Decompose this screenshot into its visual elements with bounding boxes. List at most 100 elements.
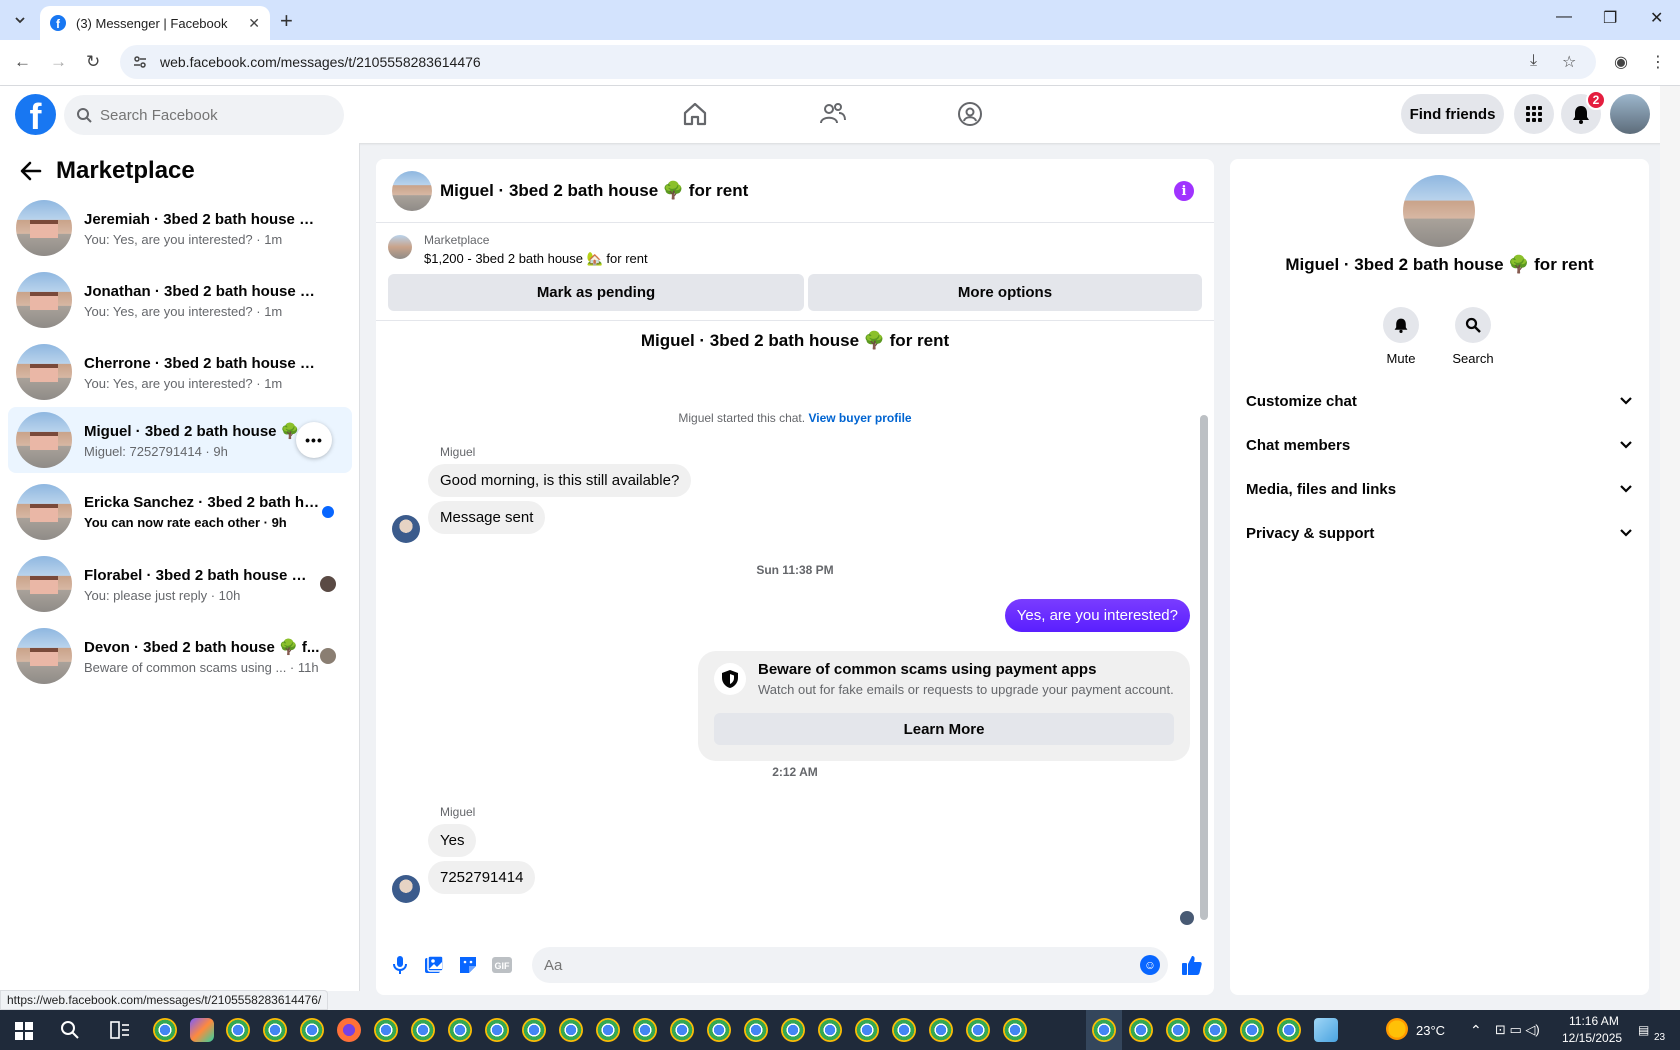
- conversation-item-devon[interactable]: Devon · 3bed 2 bath house 🌳 f... Beware o…: [8, 623, 352, 689]
- listing-thumbnail[interactable]: [388, 235, 412, 259]
- menu-grid-icon[interactable]: [1514, 94, 1554, 134]
- chrome-icon[interactable]: [633, 1018, 657, 1042]
- chrome-icon[interactable]: [1129, 1018, 1153, 1042]
- system-tray-icons[interactable]: ⊡ ▭ ◁): [1495, 1022, 1540, 1038]
- outgoing-message[interactable]: Yes, are you interested?: [1004, 599, 1190, 632]
- conversation-more-options-icon[interactable]: •••: [296, 422, 332, 458]
- back-arrow-icon[interactable]: ←: [14, 52, 31, 72]
- microphone-icon[interactable]: [388, 953, 412, 977]
- chrome-icon[interactable]: [744, 1018, 768, 1042]
- tab-search-chevron-icon[interactable]: [8, 9, 32, 31]
- listing-price[interactable]: $1,200 - 3bed 2 bath house 🏡 for rent: [424, 251, 648, 267]
- chrome-active-icon[interactable]: [1092, 1018, 1116, 1042]
- account-avatar[interactable]: [1610, 94, 1650, 134]
- clock-date[interactable]: 12/15/2025: [1562, 1031, 1622, 1045]
- weather-sun-icon[interactable]: [1386, 1018, 1408, 1040]
- show-hidden-icons-icon[interactable]: ⌃: [1470, 1022, 1482, 1039]
- page-scrollbar[interactable]: [1660, 86, 1680, 1010]
- address-bar[interactable]: web.facebook.com/messages/t/210555828361…: [120, 45, 1596, 79]
- photo-icon[interactable]: [422, 953, 446, 977]
- like-thumb-icon[interactable]: [1180, 953, 1204, 977]
- tab-close-icon[interactable]: ✕: [248, 15, 260, 32]
- sender-avatar[interactable]: [392, 515, 420, 543]
- chrome-icon[interactable]: [855, 1018, 879, 1042]
- minimize-icon[interactable]: —: [1556, 8, 1572, 26]
- chrome-icon[interactable]: [892, 1018, 916, 1042]
- chrome-icon[interactable]: [448, 1018, 472, 1042]
- sender-avatar[interactable]: [392, 875, 420, 903]
- friends-icon[interactable]: [815, 96, 851, 132]
- facebook-search[interactable]: [64, 95, 344, 135]
- chrome-icon[interactable]: [226, 1018, 250, 1042]
- message-input-box[interactable]: ☺: [532, 947, 1168, 983]
- learn-more-button[interactable]: Learn More: [714, 713, 1174, 745]
- search-in-conversation-button[interactable]: Search: [1443, 307, 1503, 366]
- find-friends-button[interactable]: Find friends: [1401, 94, 1504, 134]
- chrome-icon[interactable]: [596, 1018, 620, 1042]
- groups-icon[interactable]: [952, 96, 988, 132]
- firefox-icon[interactable]: [337, 1018, 361, 1042]
- chat-title[interactable]: Miguel · 3bed 2 bath house 🌳 for rent: [440, 181, 748, 201]
- conversation-item-jonathan[interactable]: Jonathan · 3bed 2 bath house 🌳 f... You: …: [8, 267, 352, 333]
- temperature-text[interactable]: 23°C: [1416, 1023, 1445, 1038]
- message-input[interactable]: [544, 956, 1104, 974]
- mark-as-pending-button[interactable]: Mark as pending: [388, 274, 804, 311]
- customize-chat-section[interactable]: Customize chat: [1246, 381, 1633, 421]
- incoming-message[interactable]: 7252791414: [428, 861, 536, 894]
- action-center-icon[interactable]: ▤: [1638, 1023, 1649, 1037]
- chat-avatar[interactable]: [392, 170, 432, 211]
- chrome-icon[interactable]: [374, 1018, 398, 1042]
- restore-icon[interactable]: ❐: [1603, 8, 1617, 28]
- chrome-icon[interactable]: [153, 1018, 177, 1042]
- conversation-item-jeremiah[interactable]: Jeremiah · 3bed 2 bath house 🌳 f... You: …: [8, 195, 352, 261]
- media-files-links-section[interactable]: Media, files and links: [1246, 469, 1633, 509]
- browser-menu-icon[interactable]: ⋮: [1650, 52, 1666, 72]
- view-buyer-profile-link[interactable]: View buyer profile: [808, 411, 911, 425]
- clock-time[interactable]: 11:16 AM: [1569, 1014, 1619, 1028]
- incoming-message[interactable]: Message sent: [428, 501, 546, 534]
- chrome-icon[interactable]: [781, 1018, 805, 1042]
- chrome-icon[interactable]: [707, 1018, 731, 1042]
- site-info-icon[interactable]: [132, 54, 148, 70]
- chrome-icon[interactable]: [818, 1018, 842, 1042]
- conversation-avatar[interactable]: [1403, 175, 1475, 247]
- conversation-item-ericka[interactable]: Ericka Sanchez · 3bed 2 bath ho... You ca…: [8, 479, 352, 545]
- incoming-message[interactable]: Good morning, is this still available?: [428, 464, 692, 497]
- chrome-icon[interactable]: [670, 1018, 694, 1042]
- info-icon[interactable]: i: [1174, 181, 1194, 201]
- install-app-icon[interactable]: ⤓: [1530, 52, 1537, 70]
- incoming-message[interactable]: Yes: [428, 824, 477, 857]
- forward-arrow-icon[interactable]: →: [50, 52, 67, 72]
- browser-tab-messenger[interactable]: f (3) Messenger | Facebook ✕: [40, 6, 270, 40]
- close-window-icon[interactable]: ✕: [1650, 8, 1663, 28]
- copilot-icon[interactable]: [190, 1018, 214, 1042]
- search-input[interactable]: [100, 106, 320, 124]
- chrome-icon[interactable]: [411, 1018, 435, 1042]
- facebook-logo-icon[interactable]: f: [15, 94, 56, 135]
- home-icon[interactable]: [677, 96, 713, 132]
- reload-icon[interactable]: ↻: [86, 52, 100, 72]
- chrome-icon[interactable]: [263, 1018, 287, 1042]
- back-arrow-icon[interactable]: [20, 161, 42, 181]
- gif-icon[interactable]: GIF: [490, 953, 514, 977]
- chrome-icon[interactable]: [1240, 1018, 1264, 1042]
- chrome-icon[interactable]: [485, 1018, 509, 1042]
- conversation-item-cherrone[interactable]: Cherrone · 3bed 2 bath house 🌳 f... You: …: [8, 339, 352, 405]
- chat-members-section[interactable]: Chat members: [1246, 425, 1633, 465]
- profile-icon[interactable]: ◉: [1614, 52, 1628, 72]
- new-tab-icon[interactable]: +: [280, 8, 293, 34]
- notepad-icon[interactable]: [1314, 1018, 1338, 1042]
- sticker-icon[interactable]: [456, 953, 480, 977]
- windows-start-icon[interactable]: [15, 1022, 33, 1040]
- chrome-icon[interactable]: [1203, 1018, 1227, 1042]
- taskbar-search-icon[interactable]: [60, 1020, 80, 1040]
- conversation-item-florabel[interactable]: Florabel · 3bed 2 bath house 🌳 ... You: p…: [8, 551, 352, 617]
- privacy-support-section[interactable]: Privacy & support: [1246, 513, 1633, 553]
- chrome-icon[interactable]: [1003, 1018, 1027, 1042]
- mute-button[interactable]: Mute: [1371, 307, 1431, 366]
- chrome-icon[interactable]: [929, 1018, 953, 1042]
- chrome-icon[interactable]: [522, 1018, 546, 1042]
- chrome-icon[interactable]: [966, 1018, 990, 1042]
- bookmark-star-icon[interactable]: ☆: [1562, 52, 1576, 72]
- chrome-icon[interactable]: [1277, 1018, 1301, 1042]
